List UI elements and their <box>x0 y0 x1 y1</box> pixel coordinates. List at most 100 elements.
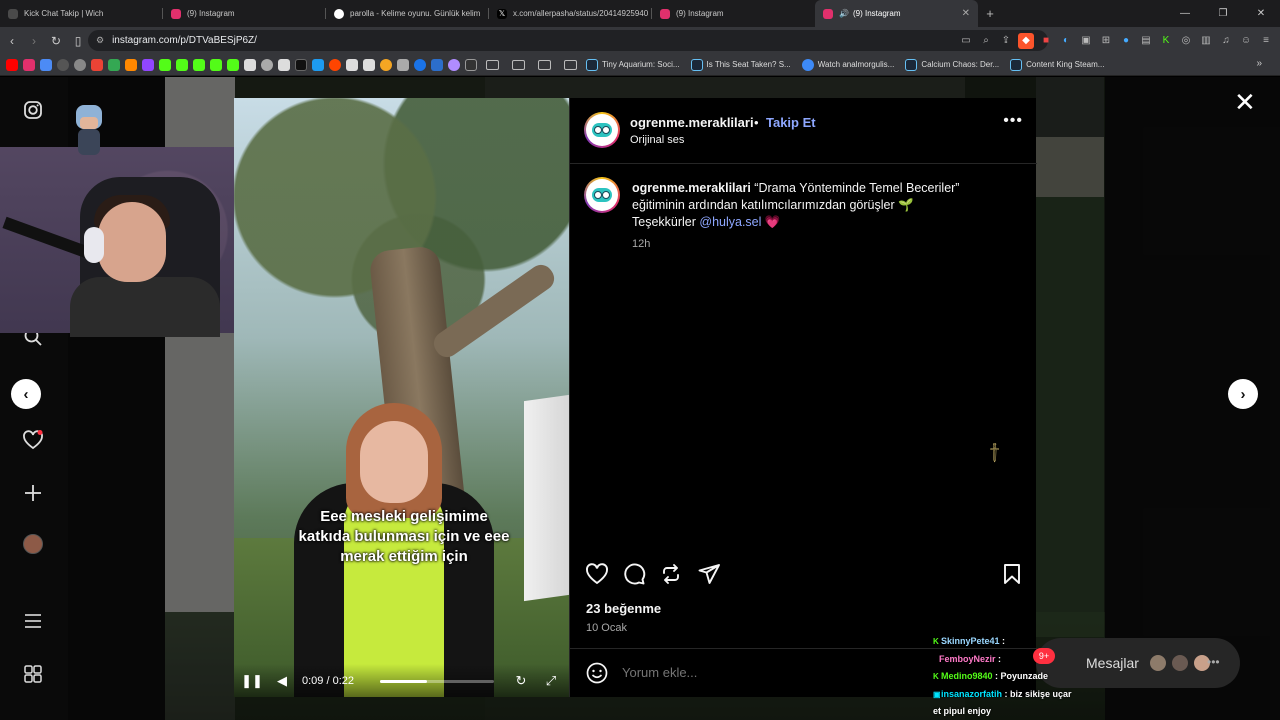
tab-parolla[interactable]: parolla - Kelime oyunu. Günlük kelim <box>326 0 489 27</box>
follow-button[interactable]: Takip Et <box>766 115 816 130</box>
bookmark-icon[interactable] <box>312 58 324 71</box>
comment-icon[interactable] <box>621 561 647 587</box>
fullscreen-icon[interactable]: ⤢ <box>539 673 563 689</box>
x-bookmark-icon[interactable] <box>295 58 307 71</box>
bookmark-content-king[interactable]: Content King Steam... <box>1010 58 1104 71</box>
bookmark-icon[interactable] <box>278 58 290 71</box>
bookmark-icon[interactable] <box>210 58 222 71</box>
extension-icon[interactable]: ◎ <box>1178 33 1194 49</box>
kick-bookmark-icon[interactable] <box>193 58 205 71</box>
forward-icon[interactable]: › <box>24 31 44 51</box>
gmail-bookmark-icon[interactable] <box>91 58 103 71</box>
tab-kick-chat[interactable]: Kick Chat Takip | Wich <box>0 0 163 27</box>
reload-icon[interactable]: ↻ <box>46 31 66 51</box>
comment-input[interactable] <box>622 665 922 680</box>
url-bar[interactable]: ⚙ instagram.com/p/DTVaBESjP6Z/ <box>88 30 1048 51</box>
extension-icon[interactable]: ■ <box>1038 33 1054 49</box>
mention-link[interactable]: @hulya.sel <box>699 215 761 229</box>
more-icon[interactable]: ••• <box>1207 655 1220 669</box>
bookmark-icon[interactable] <box>431 58 443 71</box>
like-count[interactable]: 23 beğenme <box>586 601 661 616</box>
folder-icon[interactable] <box>564 59 577 70</box>
also-from-meta-icon[interactable] <box>22 663 44 685</box>
next-post-arrow-icon[interactable]: › <box>1228 379 1258 409</box>
extension-icon[interactable]: ▤ <box>1138 33 1154 49</box>
repost-icon[interactable] <box>658 561 684 587</box>
extension-icon[interactable]: ◐ <box>1058 33 1074 49</box>
bookmark-icon[interactable] <box>125 58 137 71</box>
zoom-icon[interactable]: ⌕ <box>978 33 994 49</box>
bookmark-icon[interactable] <box>74 58 86 71</box>
playlist-icon[interactable]: ♫ <box>1218 33 1234 49</box>
folder-icon[interactable] <box>538 59 551 70</box>
tab-x[interactable]: 𝕏 x.com/allerpasha/status/20414925940 <box>489 0 652 27</box>
menu-icon[interactable]: ≡ <box>1258 33 1274 49</box>
close-window-icon[interactable]: ✕ <box>1242 0 1280 27</box>
create-plus-icon[interactable] <box>22 482 44 504</box>
tab-instagram-active[interactable]: 🔊 (9) Instagram ✕ <box>815 0 978 27</box>
back-icon[interactable]: ‹ <box>2 31 22 51</box>
kick-extension-icon[interactable]: K <box>1158 33 1174 49</box>
extension-icon[interactable]: ● <box>1118 33 1134 49</box>
bookmark-icon[interactable] <box>448 58 460 71</box>
bookmark-icon[interactable] <box>380 58 392 71</box>
bookmark-icon[interactable] <box>465 58 477 71</box>
new-tab-button[interactable]: + <box>978 0 1002 27</box>
close-tab-icon[interactable]: ✕ <box>962 8 970 19</box>
instagram-bookmark-icon[interactable] <box>23 58 35 71</box>
bookmark-page-icon[interactable]: ▯ <box>68 31 88 51</box>
bookmark-tiny-aquarium[interactable]: Tiny Aquarium: Soci... <box>586 58 680 71</box>
volume-icon[interactable]: ◀ <box>270 673 294 689</box>
author-avatar[interactable] <box>584 112 620 148</box>
replay-icon[interactable]: ↻ <box>509 673 533 689</box>
youtube-bookmark-icon[interactable] <box>6 58 18 71</box>
close-modal-icon[interactable]: ✕ <box>1234 89 1256 115</box>
caption-author-avatar[interactable] <box>584 177 620 213</box>
sidebar-icon[interactable]: ▥ <box>1198 33 1214 49</box>
bookmark-icon[interactable] <box>414 58 426 71</box>
cast-icon[interactable]: ▭ <box>958 33 974 49</box>
share-send-icon[interactable] <box>696 561 722 587</box>
amazon-bookmark-icon[interactable] <box>363 58 375 71</box>
extension-icon[interactable]: ⊞ <box>1098 33 1114 49</box>
bookmark-icon[interactable] <box>57 58 69 71</box>
bookmark-calcium-chaos[interactable]: Calcium Chaos: Der... <box>905 58 999 71</box>
folder-icon[interactable] <box>512 59 525 70</box>
pause-icon[interactable]: ❚❚ <box>240 673 264 689</box>
bookmark-seat-taken[interactable]: Is This Seat Taken? S... <box>690 58 791 71</box>
bookmark-icon[interactable] <box>244 58 256 71</box>
extension-icon[interactable]: ▣ <box>1078 33 1094 49</box>
video-progress-bar[interactable] <box>380 680 494 683</box>
more-bookmarks-button[interactable]: » <box>1256 58 1262 69</box>
audio-label[interactable]: Orijinal ses <box>630 134 684 146</box>
reel-video[interactable]: Eee mesleki gelişimime katkıda bulunması… <box>234 98 569 697</box>
share-icon[interactable]: ⇪ <box>998 33 1014 49</box>
profile-icon[interactable]: ☺ <box>1238 33 1254 49</box>
profile-avatar-icon[interactable] <box>22 533 44 555</box>
kick-bookmark-icon[interactable] <box>176 58 188 71</box>
minimize-icon[interactable]: — <box>1166 0 1204 27</box>
brave-shield-icon[interactable]: ◆ <box>1018 32 1034 49</box>
like-heart-icon[interactable] <box>584 561 610 587</box>
reddit-bookmark-icon[interactable] <box>329 58 341 71</box>
bookmark-icon[interactable] <box>40 58 52 71</box>
bookmark-watch[interactable]: Watch analmorgulis... <box>801 58 894 71</box>
more-menu-icon[interactable] <box>22 610 44 632</box>
tab-instagram-2[interactable]: (9) Instagram <box>652 0 815 27</box>
tab-instagram-1[interactable]: (9) Instagram <box>163 0 326 27</box>
bookmark-icon[interactable] <box>227 58 239 71</box>
save-bookmark-icon[interactable] <box>999 561 1025 587</box>
instagram-logo-icon[interactable] <box>22 99 44 121</box>
bookmark-icon[interactable] <box>397 58 409 71</box>
author-username[interactable]: ogrenme.meraklilari <box>630 115 754 130</box>
caption-username[interactable]: ogrenme.meraklilari <box>632 181 751 195</box>
more-options-icon[interactable]: ••• <box>1003 112 1023 130</box>
notifications-heart-icon[interactable] <box>22 429 44 451</box>
previous-post-arrow-icon[interactable]: ‹ <box>11 379 41 409</box>
folder-icon[interactable] <box>486 59 499 70</box>
drive-bookmark-icon[interactable] <box>108 58 120 71</box>
kick-bookmark-icon[interactable] <box>159 58 171 71</box>
bookmark-icon[interactable] <box>261 58 273 71</box>
emoji-icon[interactable] <box>586 662 608 689</box>
bookmark-icon[interactable] <box>346 58 358 71</box>
